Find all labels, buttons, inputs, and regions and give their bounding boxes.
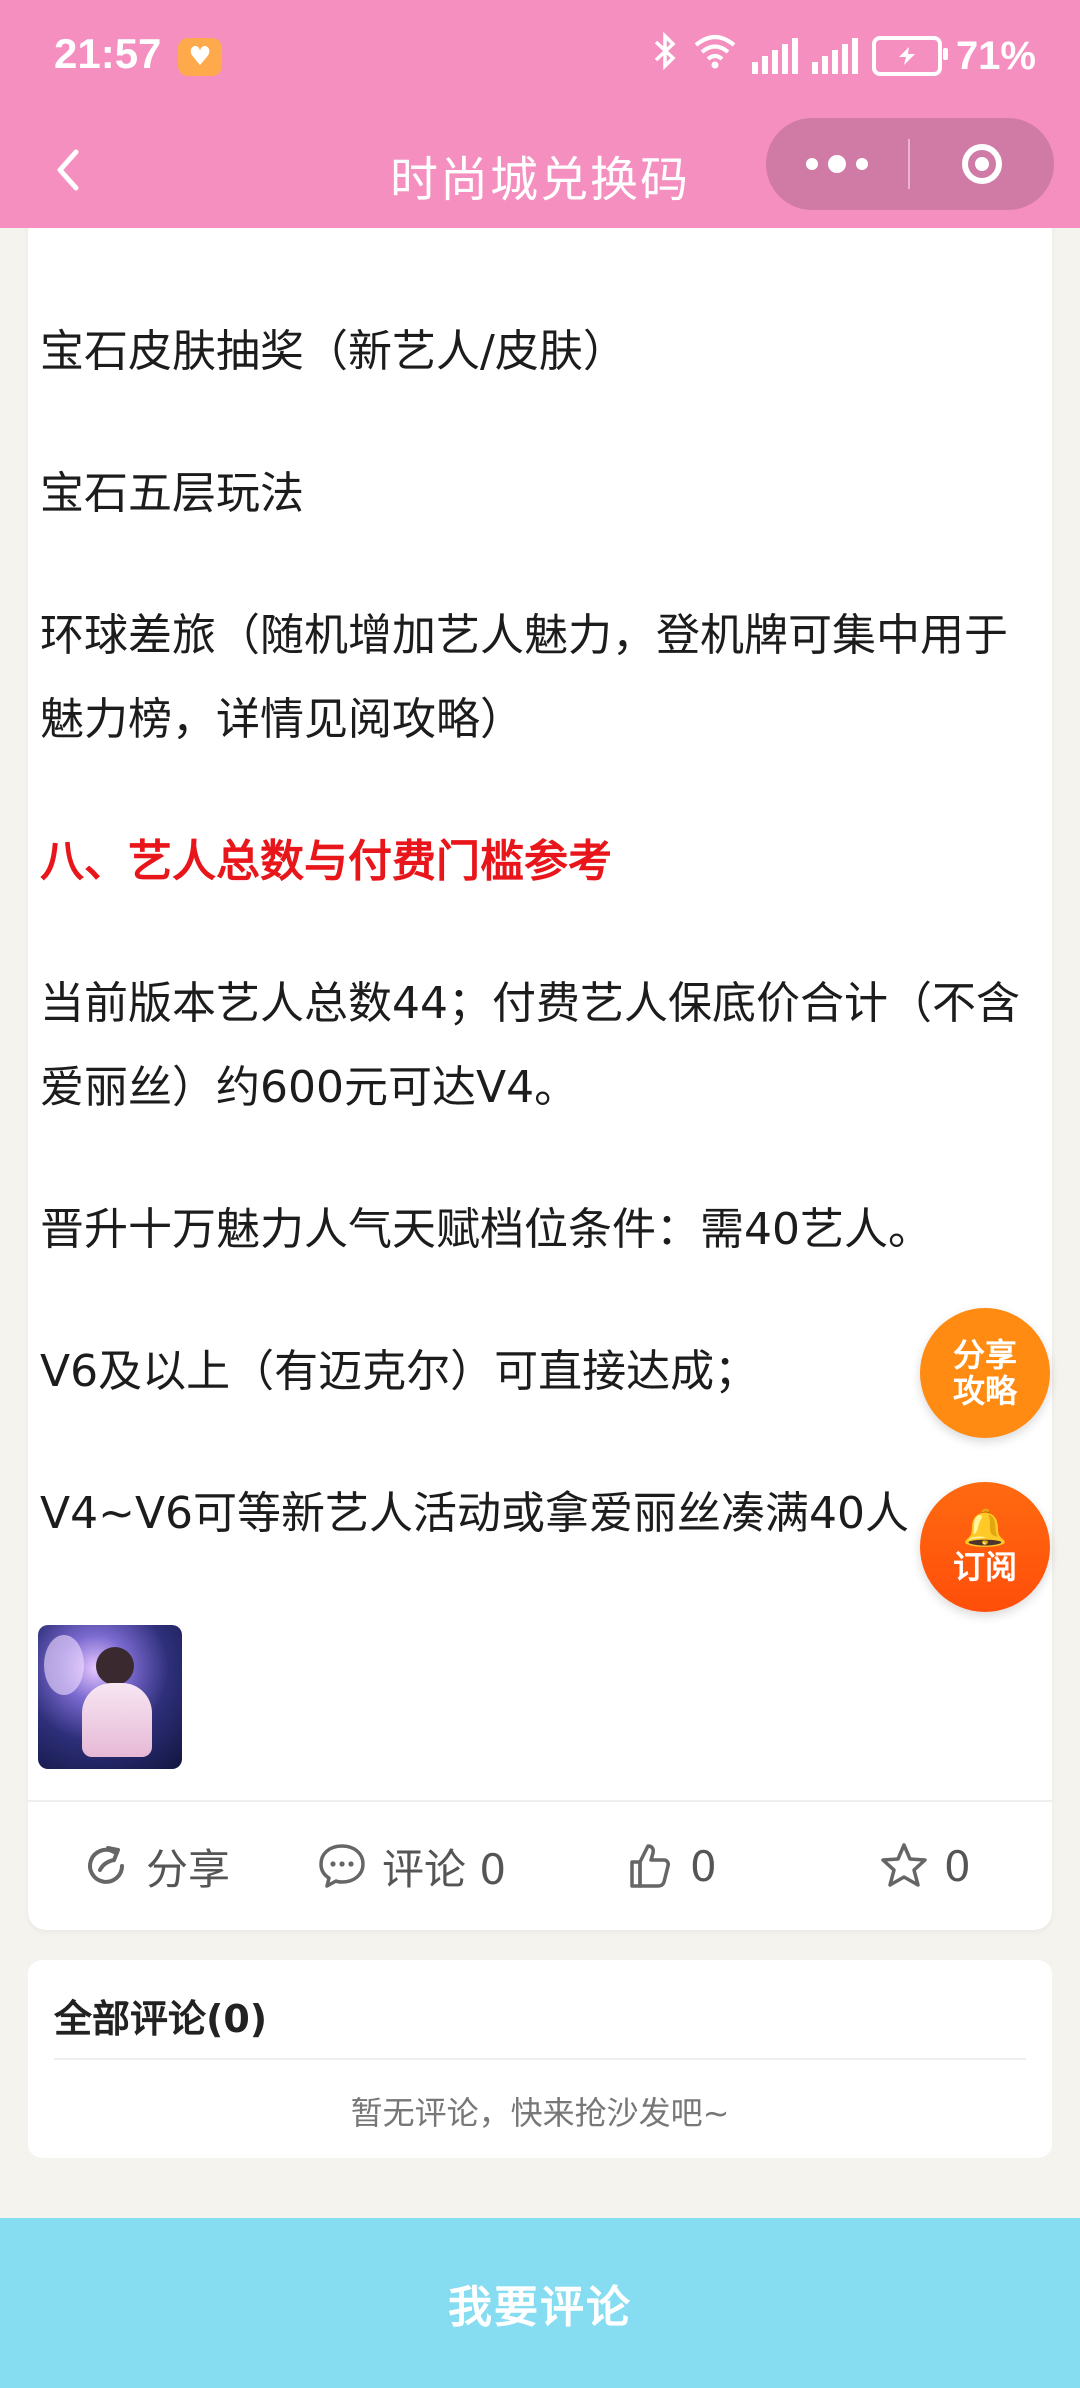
share-label: 分享 bbox=[146, 1844, 231, 1894]
article-paragraph: 环球差旅（随机增加艺人魅力，登机牌可集中用于魅力榜，详情见阅攻略） bbox=[40, 610, 1008, 745]
comment-action[interactable]: 评论 0 bbox=[316, 1836, 506, 1897]
subscribe-label: 订阅 bbox=[952, 1548, 1017, 1586]
target-circle-icon bbox=[962, 144, 1002, 184]
comment-label: 评论 0 bbox=[382, 1844, 507, 1894]
comment-icon bbox=[319, 1844, 365, 1888]
status-indicators: 71% bbox=[652, 30, 1036, 82]
share-action[interactable]: 分享 bbox=[80, 1836, 230, 1897]
more-dot-icon bbox=[856, 158, 868, 170]
more-button[interactable] bbox=[766, 118, 908, 210]
more-dot-icon bbox=[806, 158, 818, 170]
close-miniapp-button[interactable] bbox=[910, 144, 1054, 184]
battery-percent: 71% bbox=[955, 33, 1036, 78]
status-bar: 21:57 ♥ 71% bbox=[0, 0, 1080, 120]
write-comment-label: 我要评论 bbox=[448, 2282, 632, 2333]
battery-icon bbox=[871, 36, 948, 76]
comments-header: 全部评论(0) bbox=[54, 1997, 268, 2041]
comments-panel: 全部评论(0) 暂无评论，快来抢沙发吧~ bbox=[28, 1960, 1052, 2158]
share-icon bbox=[88, 1846, 124, 1884]
signal-4g-icon bbox=[811, 38, 858, 74]
share-guide-label-2: 攻略 bbox=[952, 1372, 1017, 1410]
section-heading: 八、艺人总数与付费门槛参考 bbox=[40, 836, 612, 887]
article-paragraph: 晋升十万魅力人气天赋档位条件：需40艺人。 bbox=[40, 1204, 932, 1255]
like-action[interactable]: 0 bbox=[624, 1840, 717, 1892]
top-bar: 21:57 ♥ 71% 时尚城兑换码 bbox=[0, 0, 1080, 228]
comments-empty-text: 暂无评论，快来抢沙发吧~ bbox=[350, 2094, 730, 2132]
wifi-icon bbox=[692, 31, 738, 81]
article-image-thumbnail[interactable] bbox=[38, 1625, 182, 1769]
comments-divider bbox=[54, 2058, 1026, 2060]
nav-bar: 时尚城兑换码 bbox=[0, 118, 1080, 228]
favorite-action[interactable]: 0 bbox=[878, 1840, 971, 1892]
article-actions: 分享 评论 0 0 0 bbox=[28, 1802, 1052, 1930]
article-paragraph: 宝石五层玩法 bbox=[40, 468, 304, 519]
article-card: 适用于/ 兑换 宝石皮肤抽奖（新艺人/皮肤） 宝石五层玩法 环球差旅（随机增加艺… bbox=[28, 200, 1052, 1930]
share-guide-label-1: 分享 bbox=[952, 1336, 1017, 1374]
miniapp-capsule bbox=[766, 118, 1054, 210]
article-paragraph: 宝石皮肤抽奖（新艺人/皮肤） bbox=[40, 326, 627, 377]
subscribe-button[interactable]: 🔔 订阅 bbox=[920, 1482, 1050, 1612]
heart-app-icon: ♥ bbox=[178, 38, 222, 76]
like-count: 0 bbox=[690, 1841, 717, 1891]
share-guide-button[interactable]: 分享 攻略 bbox=[920, 1308, 1050, 1438]
status-time: 21:57 bbox=[54, 30, 162, 77]
article-paragraph: V6及以上（有迈克尔）可直接达成； bbox=[40, 1346, 759, 1397]
thumbs-up-icon bbox=[630, 1844, 670, 1888]
more-dot-icon bbox=[828, 155, 846, 173]
article-paragraph: V4~V6可等新艺人活动或拿爱丽丝凑满40人 bbox=[40, 1488, 910, 1539]
star-icon bbox=[881, 1843, 927, 1887]
bell-icon: 🔔 bbox=[962, 1508, 1008, 1549]
article-paragraph: 当前版本艺人总数44；付费艺人保底价合计（不含爱丽丝）约600元可达V4。 bbox=[40, 978, 1020, 1113]
signal-5g-icon bbox=[751, 38, 798, 74]
favorite-count: 0 bbox=[944, 1841, 971, 1891]
write-comment-button[interactable]: 我要评论 bbox=[0, 2218, 1080, 2388]
bluetooth-icon bbox=[652, 31, 678, 81]
